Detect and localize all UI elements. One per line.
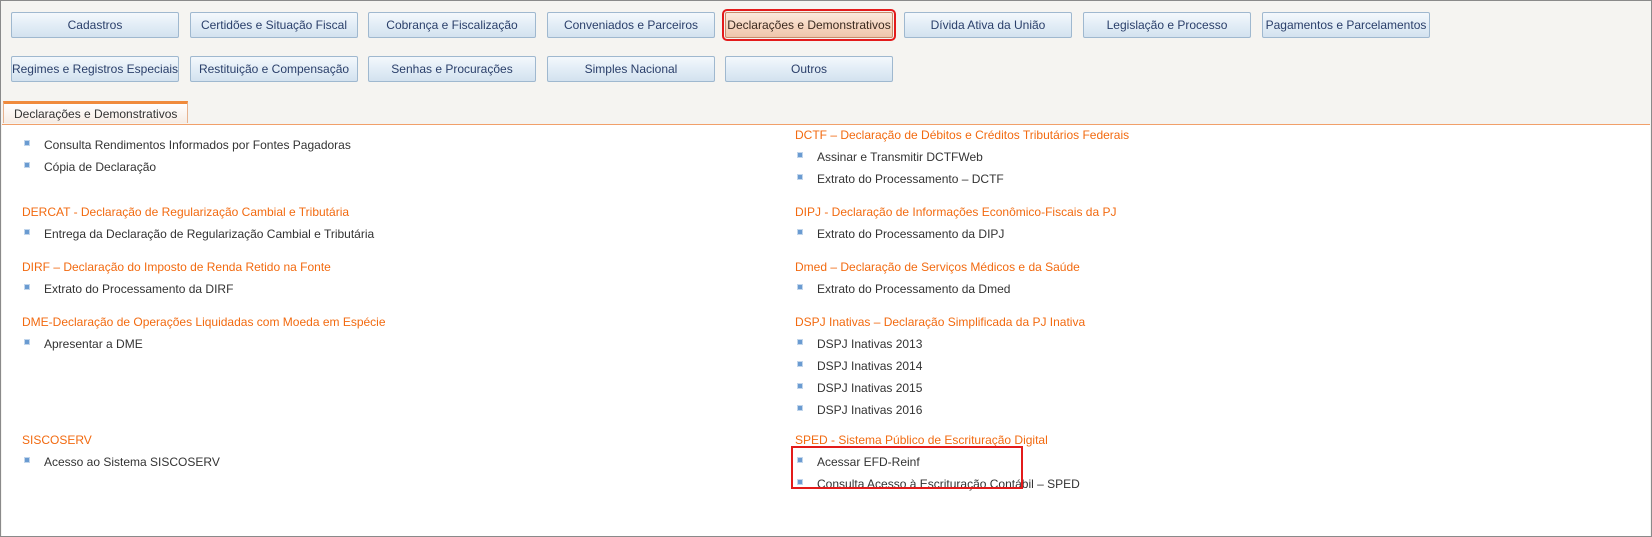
category-button[interactable]: Pagamentos e Parcelamentos xyxy=(1262,12,1430,38)
section-title: DERCAT - Declaração de Regularização Cam… xyxy=(22,205,350,219)
section-title: Dmed – Declaração de Serviços Médicos e … xyxy=(795,260,1080,274)
category-button-label: Declarações e Demonstrativos xyxy=(727,18,891,32)
section: SISCOSERV Acesso ao Sistema SISCOSERV xyxy=(22,432,220,476)
list-item-link[interactable]: DSPJ Inativas 2015 xyxy=(795,380,1085,402)
category-button-label: Cadastros xyxy=(67,18,123,32)
bullet-icon xyxy=(797,339,803,345)
link-label: Extrato do Processamento da DIPJ xyxy=(817,227,1005,241)
category-button[interactable]: Declarações e Demonstrativos xyxy=(722,9,896,41)
link-label: Extrato do Processamento da Dmed xyxy=(817,282,1011,296)
link-label: Entrega da Declaração de Regularização C… xyxy=(44,227,375,241)
bullet-icon xyxy=(797,457,803,463)
page-frame: Cadastros Certidões e Situação Fiscal Cobr… xyxy=(0,0,1652,537)
list-item-link[interactable]: Entrega da Declaração de Regularização C… xyxy=(22,226,374,248)
link-label: DSPJ Inativas 2016 xyxy=(817,403,923,417)
link-label: DSPJ Inativas 2015 xyxy=(817,381,923,395)
link-label: DSPJ Inativas 2013 xyxy=(817,337,923,351)
list-item-link[interactable]: Apresentar a DME xyxy=(22,336,386,358)
list-item-link[interactable]: Consulta Acesso à Escrituração Contábil … xyxy=(795,476,1080,498)
section: DSPJ Inativas – Declaração Simplificada … xyxy=(795,314,1085,424)
link-label: DSPJ Inativas 2014 xyxy=(817,359,923,373)
category-button[interactable]: Certidões e Situação Fiscal xyxy=(190,12,358,38)
category-button[interactable]: Conveniados e Parceiros xyxy=(547,12,715,38)
category-button[interactable]: Simples Nacional xyxy=(547,56,715,82)
link-label: Assinar e Transmitir DCTFWeb xyxy=(817,150,983,164)
bullet-icon xyxy=(24,229,30,235)
section: DME-Declaração de Operações Liquidadas c… xyxy=(22,314,386,358)
category-button[interactable]: Regimes e Registros Especiais xyxy=(11,56,179,82)
category-button-label: Dívida Ativa da União xyxy=(930,18,1046,32)
bullet-icon xyxy=(797,229,803,235)
bullet-icon xyxy=(24,339,30,345)
link-label: Consulta Acesso à Escrituração Contábil … xyxy=(817,477,1080,491)
section: Consulta Rendimentos Informados por Font… xyxy=(22,137,351,181)
category-button-label: Outros xyxy=(790,62,827,76)
category-button[interactable]: Restituição e Compensação xyxy=(190,56,358,82)
list-item-link[interactable]: DSPJ Inativas 2013 xyxy=(795,336,1085,358)
list-item-link[interactable]: Assinar e Transmitir DCTFWeb xyxy=(795,149,1129,171)
link-label: Acesso ao Sistema SISCOSERV xyxy=(44,455,220,469)
bullet-icon xyxy=(24,162,30,168)
list-item-link[interactable]: Acessar EFD-Reinf xyxy=(795,454,1080,476)
section: DERCAT - Declaração de Regularização Cam… xyxy=(22,204,374,248)
list-item-link[interactable]: DSPJ Inativas 2016 xyxy=(795,402,1085,424)
section-title: DCTF – Declaração de Débitos e Créditos … xyxy=(795,128,1130,142)
list-item-link[interactable]: Extrato do Processamento da DIPJ xyxy=(795,226,1116,248)
category-button[interactable]: Senhas e Procurações xyxy=(368,56,536,82)
list-item-link[interactable]: Acesso ao Sistema SISCOSERV xyxy=(22,454,220,476)
section: Dmed – Declaração de Serviços Médicos e … xyxy=(795,259,1080,303)
bullet-icon xyxy=(797,174,803,180)
category-button-label: Cobrança e Fiscalização xyxy=(386,18,518,32)
section-title: SPED - Sistema Público de Escrituração D… xyxy=(795,433,1048,447)
bullet-icon xyxy=(797,405,803,411)
section-title: DSPJ Inativas – Declaração Simplificada … xyxy=(795,315,1086,329)
bullet-icon xyxy=(24,457,30,463)
category-button[interactable]: Cobrança e Fiscalização xyxy=(368,12,536,38)
link-label: Apresentar a DME xyxy=(44,337,143,351)
category-button[interactable]: Legislação e Processo xyxy=(1083,12,1251,38)
section: DIPJ - Declaração de Informações Econômi… xyxy=(795,204,1116,248)
section-title: DME-Declaração de Operações Liquidadas c… xyxy=(22,315,386,329)
section: DCTF – Declaração de Débitos e Créditos … xyxy=(795,127,1129,193)
section-title: DIRF – Declaração do Imposto de Renda Re… xyxy=(22,260,331,274)
category-button-label: Regimes e Registros Especiais xyxy=(11,62,179,76)
list-item-link[interactable]: DSPJ Inativas 2014 xyxy=(795,358,1085,380)
list-item-link[interactable]: Extrato do Processamento da DIRF xyxy=(22,281,331,303)
category-button-label: Simples Nacional xyxy=(584,62,678,76)
category-button-label: Certidões e Situação Fiscal xyxy=(200,18,348,32)
category-button[interactable]: Cadastros xyxy=(11,12,179,38)
bullet-icon xyxy=(797,383,803,389)
category-button[interactable]: Dívida Ativa da União xyxy=(904,12,1072,38)
section-title: SISCOSERV xyxy=(22,433,92,447)
category-button-label: Restituição e Compensação xyxy=(198,62,350,76)
category-button-label: Conveniados e Parceiros xyxy=(563,18,699,32)
bullet-icon xyxy=(797,361,803,367)
category-button-label: Legislação e Processo xyxy=(1106,18,1228,32)
category-button-label: Pagamentos e Parcelamentos xyxy=(1265,18,1427,32)
list-item-link[interactable]: Consulta Rendimentos Informados por Font… xyxy=(22,137,351,159)
category-button[interactable]: Outros xyxy=(725,56,893,82)
bullet-icon xyxy=(797,284,803,290)
list-item-link[interactable]: Extrato do Processamento da Dmed xyxy=(795,281,1080,303)
section-title: DIPJ - Declaração de Informações Econômi… xyxy=(795,205,1117,219)
list-item-link[interactable]: Cópia de Declaração xyxy=(22,159,351,181)
tab-declaracoes[interactable]: Declarações e Demonstrativos xyxy=(3,101,189,123)
link-label: Cópia de Declaração xyxy=(44,160,157,174)
bullet-icon xyxy=(24,284,30,290)
list-item-link[interactable]: Extrato do Processamento – DCTF xyxy=(795,171,1129,193)
content-panel: Consulta Rendimentos Informados por Font… xyxy=(2,124,1650,536)
section: SPED - Sistema Público de Escrituração D… xyxy=(795,432,1080,498)
bullet-icon xyxy=(797,479,803,485)
bullet-icon xyxy=(797,152,803,158)
link-label: Acessar EFD-Reinf xyxy=(817,455,920,469)
section: DIRF – Declaração do Imposto de Renda Re… xyxy=(22,259,331,303)
link-label: Consulta Rendimentos Informados por Font… xyxy=(44,138,351,152)
link-label: Extrato do Processamento da DIRF xyxy=(44,282,234,296)
link-label: Extrato do Processamento – DCTF xyxy=(817,172,1004,186)
bullet-icon xyxy=(24,140,30,146)
category-button-label: Senhas e Procurações xyxy=(391,62,513,76)
tab-label: Declarações e Demonstrativos xyxy=(14,106,178,121)
